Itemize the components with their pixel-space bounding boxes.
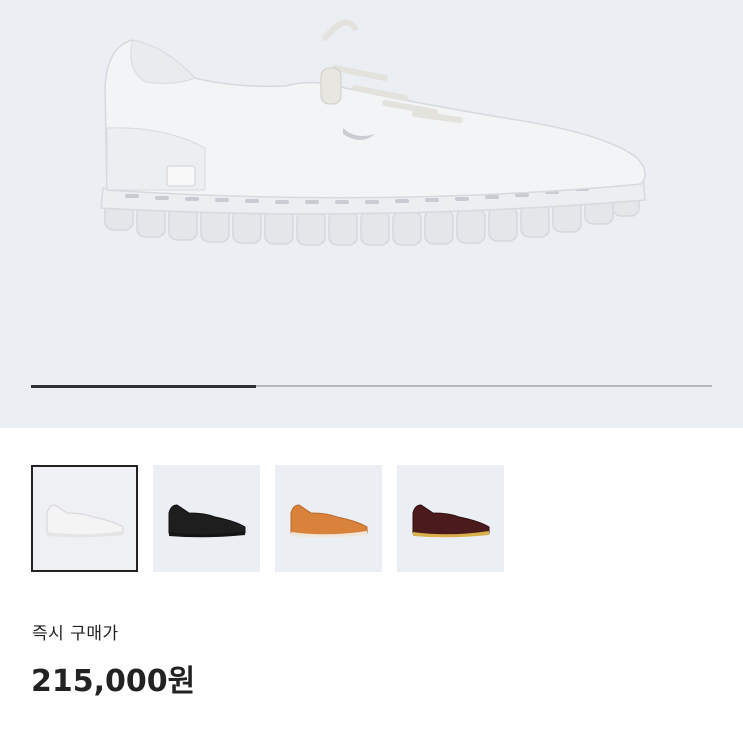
- gallery-progress-fill: [31, 384, 256, 388]
- instant-buy-price-value: 215,000원: [31, 664, 196, 699]
- gallery-progress-track: [31, 384, 712, 388]
- thumbnail-black[interactable]: [153, 465, 260, 572]
- thumb-shoe-orange-image: [290, 503, 367, 537]
- color-variant-thumbnails: [31, 465, 504, 572]
- thumb-shoe-white-image: [46, 503, 123, 537]
- thumbnail-orange[interactable]: [275, 465, 382, 572]
- hero-shoe-image: [100, 19, 646, 246]
- product-image-gallery[interactable]: [0, 0, 743, 428]
- thumb-shoe-black-image: [168, 503, 245, 537]
- thumb-shoe-burgundy-image: [412, 503, 489, 537]
- instant-buy-price-label: 즉시 구매가: [32, 624, 119, 644]
- thumbnail-burgundy[interactable]: [397, 465, 504, 572]
- thumbnail-white[interactable]: [31, 465, 138, 572]
